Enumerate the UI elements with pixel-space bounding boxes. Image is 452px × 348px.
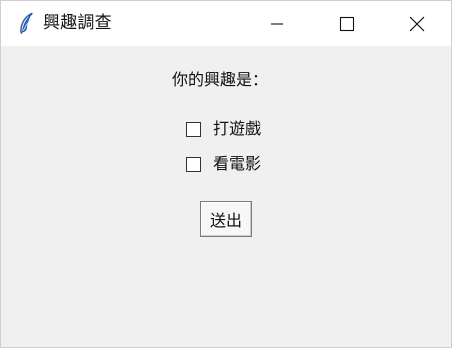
minimize-icon (269, 16, 285, 32)
close-icon (408, 15, 426, 33)
submit-button[interactable]: 送出 (200, 201, 252, 237)
maximize-button[interactable] (315, 1, 379, 46)
movie-checkbox[interactable] (186, 156, 201, 172)
minimize-button[interactable] (245, 1, 309, 46)
gaming-checkbox[interactable] (186, 121, 201, 137)
window-content: 你的興趣是： 打遊戲 看電影 送出 (1, 46, 451, 348)
app-window: 興趣調查 你的興趣是： 打遊戲 看電影 送出 (0, 0, 452, 348)
gaming-label[interactable]: 打遊戲 (213, 119, 261, 139)
maximize-icon (339, 16, 355, 32)
close-button[interactable] (385, 1, 449, 46)
window-title: 興趣調查 (43, 13, 112, 33)
interest-prompt: 你的興趣是： (172, 70, 269, 89)
checkbox-movie-option[interactable]: 看電影 (186, 154, 261, 174)
checkbox-gaming-option[interactable]: 打遊戲 (186, 119, 261, 139)
feather-icon (17, 12, 35, 34)
movie-label[interactable]: 看電影 (213, 154, 261, 174)
title-bar[interactable]: 興趣調查 (1, 1, 451, 46)
